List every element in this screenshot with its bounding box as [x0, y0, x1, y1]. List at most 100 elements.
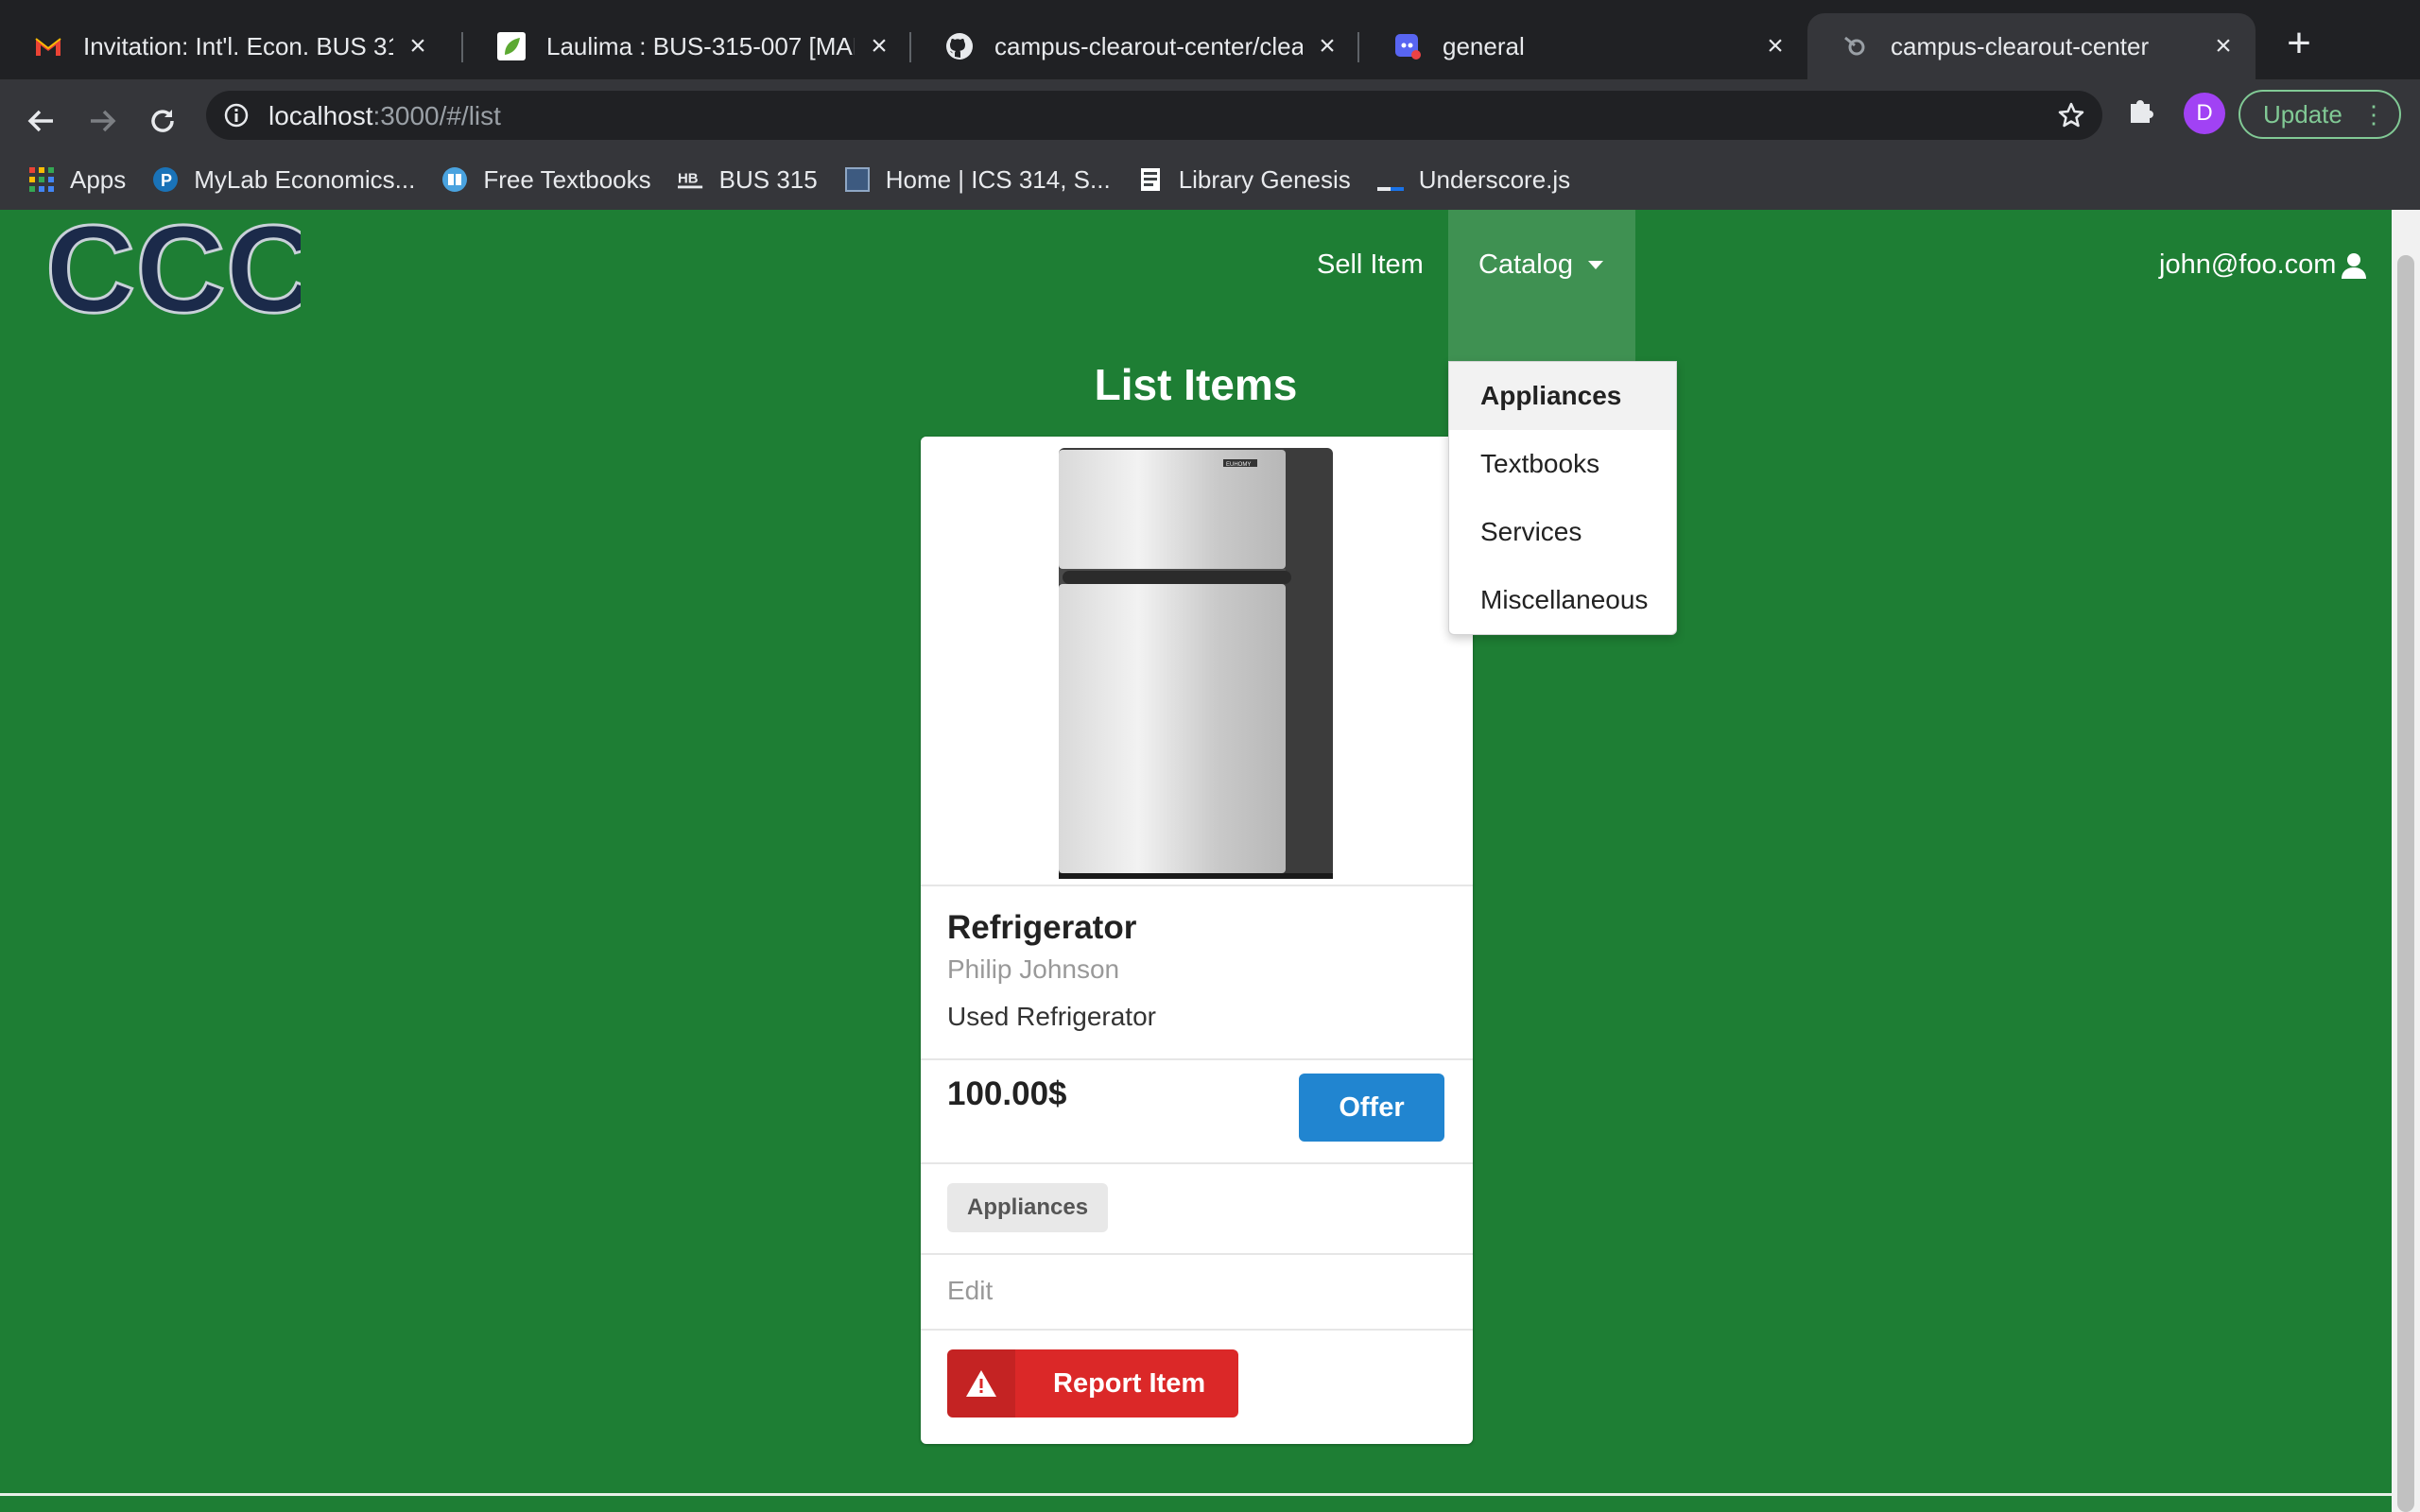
item-card: EUHOMY Refrigerator Philip Johnson Used … [921, 437, 1473, 1444]
item-price: 100.00$ [947, 1075, 1067, 1112]
browser-tab-strip: Invitation: Int'l. Econ. BUS 313, × Laul… [0, 0, 2420, 79]
offer-button[interactable]: Offer [1299, 1074, 1444, 1142]
close-icon[interactable]: × [2210, 32, 2237, 60]
update-button[interactable]: Update ⋮ [2238, 90, 2401, 139]
bookmark-label: Underscore.js [1418, 164, 1571, 194]
svg-text:P: P [161, 171, 172, 190]
discord-icon [1393, 32, 1422, 60]
card-report-row: Report Item [921, 1329, 1473, 1444]
bookmark-free-textbooks[interactable]: Free Textbooks [441, 164, 651, 195]
nav-catalog-label: Catalog [1478, 249, 1573, 280]
nav-catalog-dropdown[interactable]: Catalog [1448, 210, 1635, 361]
bookmark-bus315[interactable]: HB BUS 315 [677, 164, 818, 195]
close-icon[interactable]: × [1314, 32, 1340, 60]
tab-title: campus-clearout-center [1891, 31, 2150, 60]
more-vert-icon[interactable]: ⋮ [2361, 92, 2386, 137]
user-email: john@foo.com [2159, 249, 2337, 280]
item-title: Refrigerator [947, 909, 1137, 946]
close-icon[interactable]: × [405, 32, 431, 60]
page-icon [844, 166, 871, 193]
underscore-icon [1376, 166, 1404, 193]
menu-item-appliances[interactable]: Appliances [1449, 362, 1676, 430]
category-label: Appliances [947, 1183, 1109, 1232]
svg-text:HB: HB [678, 171, 699, 187]
edit-link[interactable]: Edit [947, 1276, 993, 1306]
url-path: :3000/#/list [372, 101, 501, 130]
reload-icon [151, 110, 174, 132]
bookmark-ics314[interactable]: Home | ICS 314, S... [844, 165, 1111, 195]
bookmark-label: Library Genesis [1178, 164, 1351, 194]
url-text[interactable]: localhost:3000/#/list [268, 101, 501, 131]
browser-tab-github[interactable]: campus-clearout-center/clearout × [911, 13, 1359, 79]
browser-tab-discord[interactable]: general × [1359, 13, 1807, 79]
bookmark-label: Home | ICS 314, S... [885, 164, 1111, 194]
card-category-row: Appliances [921, 1162, 1473, 1253]
logo-text: CCC [45, 210, 301, 318]
report-label: Report Item [1053, 1368, 1206, 1399]
laulima-icon [497, 32, 526, 60]
bookmark-libgen[interactable]: Library Genesis [1137, 165, 1351, 195]
apps-grid-icon [28, 166, 55, 193]
card-price-row: 100.00$ Offer [921, 1058, 1473, 1162]
reload-button[interactable] [142, 100, 183, 142]
meteor-icon [1841, 32, 1870, 60]
hb-icon: HB [677, 166, 704, 193]
menu-item-services[interactable]: Services [1449, 498, 1676, 566]
nav-sell-item[interactable]: Sell Item [1317, 249, 1424, 281]
bookmark-mylab[interactable]: P MyLab Economics... [152, 165, 415, 195]
caret-down-icon [1588, 261, 1603, 269]
browser-tab-laulima[interactable]: Laulima : BUS-315-007 [MAN. × [463, 13, 911, 79]
bookmark-label: Apps [70, 164, 127, 194]
browser-tab-active[interactable]: campus-clearout-center × [1807, 13, 2256, 79]
forward-button[interactable] [81, 100, 123, 142]
arrow-right-icon [91, 110, 116, 132]
report-item-button[interactable]: Report Item [947, 1349, 1238, 1418]
tab-title: general [1443, 31, 1525, 60]
card-edit-row: Edit [921, 1253, 1473, 1329]
openstax-icon [441, 166, 468, 193]
pearson-icon: P [152, 166, 179, 193]
gmail-icon [34, 32, 62, 60]
new-tab-button[interactable]: + [2278, 23, 2320, 66]
close-icon[interactable]: × [866, 32, 892, 60]
catalog-menu: Appliances Textbooks Services Miscellane… [1448, 361, 1677, 635]
address-bar[interactable]: localhost:3000/#/list [206, 91, 2102, 140]
book-icon [1137, 166, 1164, 193]
bookmark-star-icon[interactable] [2057, 101, 2085, 134]
fridge-brand: EUHOMY [1226, 462, 1251, 468]
bookmark-apps[interactable]: Apps [28, 165, 126, 195]
info-icon[interactable] [223, 102, 250, 133]
page-scrollbar[interactable] [2392, 210, 2420, 1512]
card-content: Refrigerator Philip Johnson Used Refrige… [921, 885, 1473, 1058]
app-page: CCC Sell Item Catalog john@foo.com List … [0, 210, 2392, 1512]
footer-divider [0, 1493, 2392, 1496]
url-host: localhost [268, 101, 373, 130]
update-label: Update [2263, 100, 2342, 129]
bookmark-underscore[interactable]: Underscore.js [1376, 164, 1571, 195]
close-icon[interactable]: × [1762, 32, 1789, 60]
bookmark-label: MyLab Economics... [194, 164, 416, 194]
tab-title: campus-clearout-center/clearout [994, 31, 1303, 60]
bookmark-label: Free Textbooks [483, 164, 651, 194]
back-button[interactable] [21, 100, 62, 142]
user-icon [2342, 252, 2367, 279]
menu-item-textbooks[interactable]: Textbooks [1449, 430, 1676, 498]
scrollbar-thumb[interactable] [2397, 255, 2414, 1512]
github-icon [945, 32, 974, 60]
tab-title: Laulima : BUS-315-007 [MAN. [546, 31, 855, 60]
item-owner: Philip Johnson [947, 954, 1120, 984]
item-image: EUHOMY [921, 437, 1473, 885]
extensions-puzzle-icon[interactable] [2125, 93, 2159, 131]
tab-title: Invitation: Int'l. Econ. BUS 313, [83, 31, 393, 60]
page-title: List Items [1094, 360, 1298, 409]
browser-tab-gmail[interactable]: Invitation: Int'l. Econ. BUS 313, × [0, 13, 450, 79]
ccc-logo[interactable]: CCC [44, 210, 318, 340]
arrow-left-icon [27, 110, 53, 132]
bookmarks-bar: Apps P MyLab Economics... Free Textbooks… [0, 149, 2420, 210]
profile-avatar[interactable]: D [2184, 93, 2225, 134]
bookmark-label: BUS 315 [718, 164, 818, 194]
warning-icon [947, 1349, 1015, 1418]
menu-item-miscellaneous[interactable]: Miscellaneous [1449, 566, 1676, 634]
nav-user-menu[interactable]: john@foo.com [2159, 249, 2368, 281]
item-description: Used Refrigerator [947, 1002, 1156, 1031]
